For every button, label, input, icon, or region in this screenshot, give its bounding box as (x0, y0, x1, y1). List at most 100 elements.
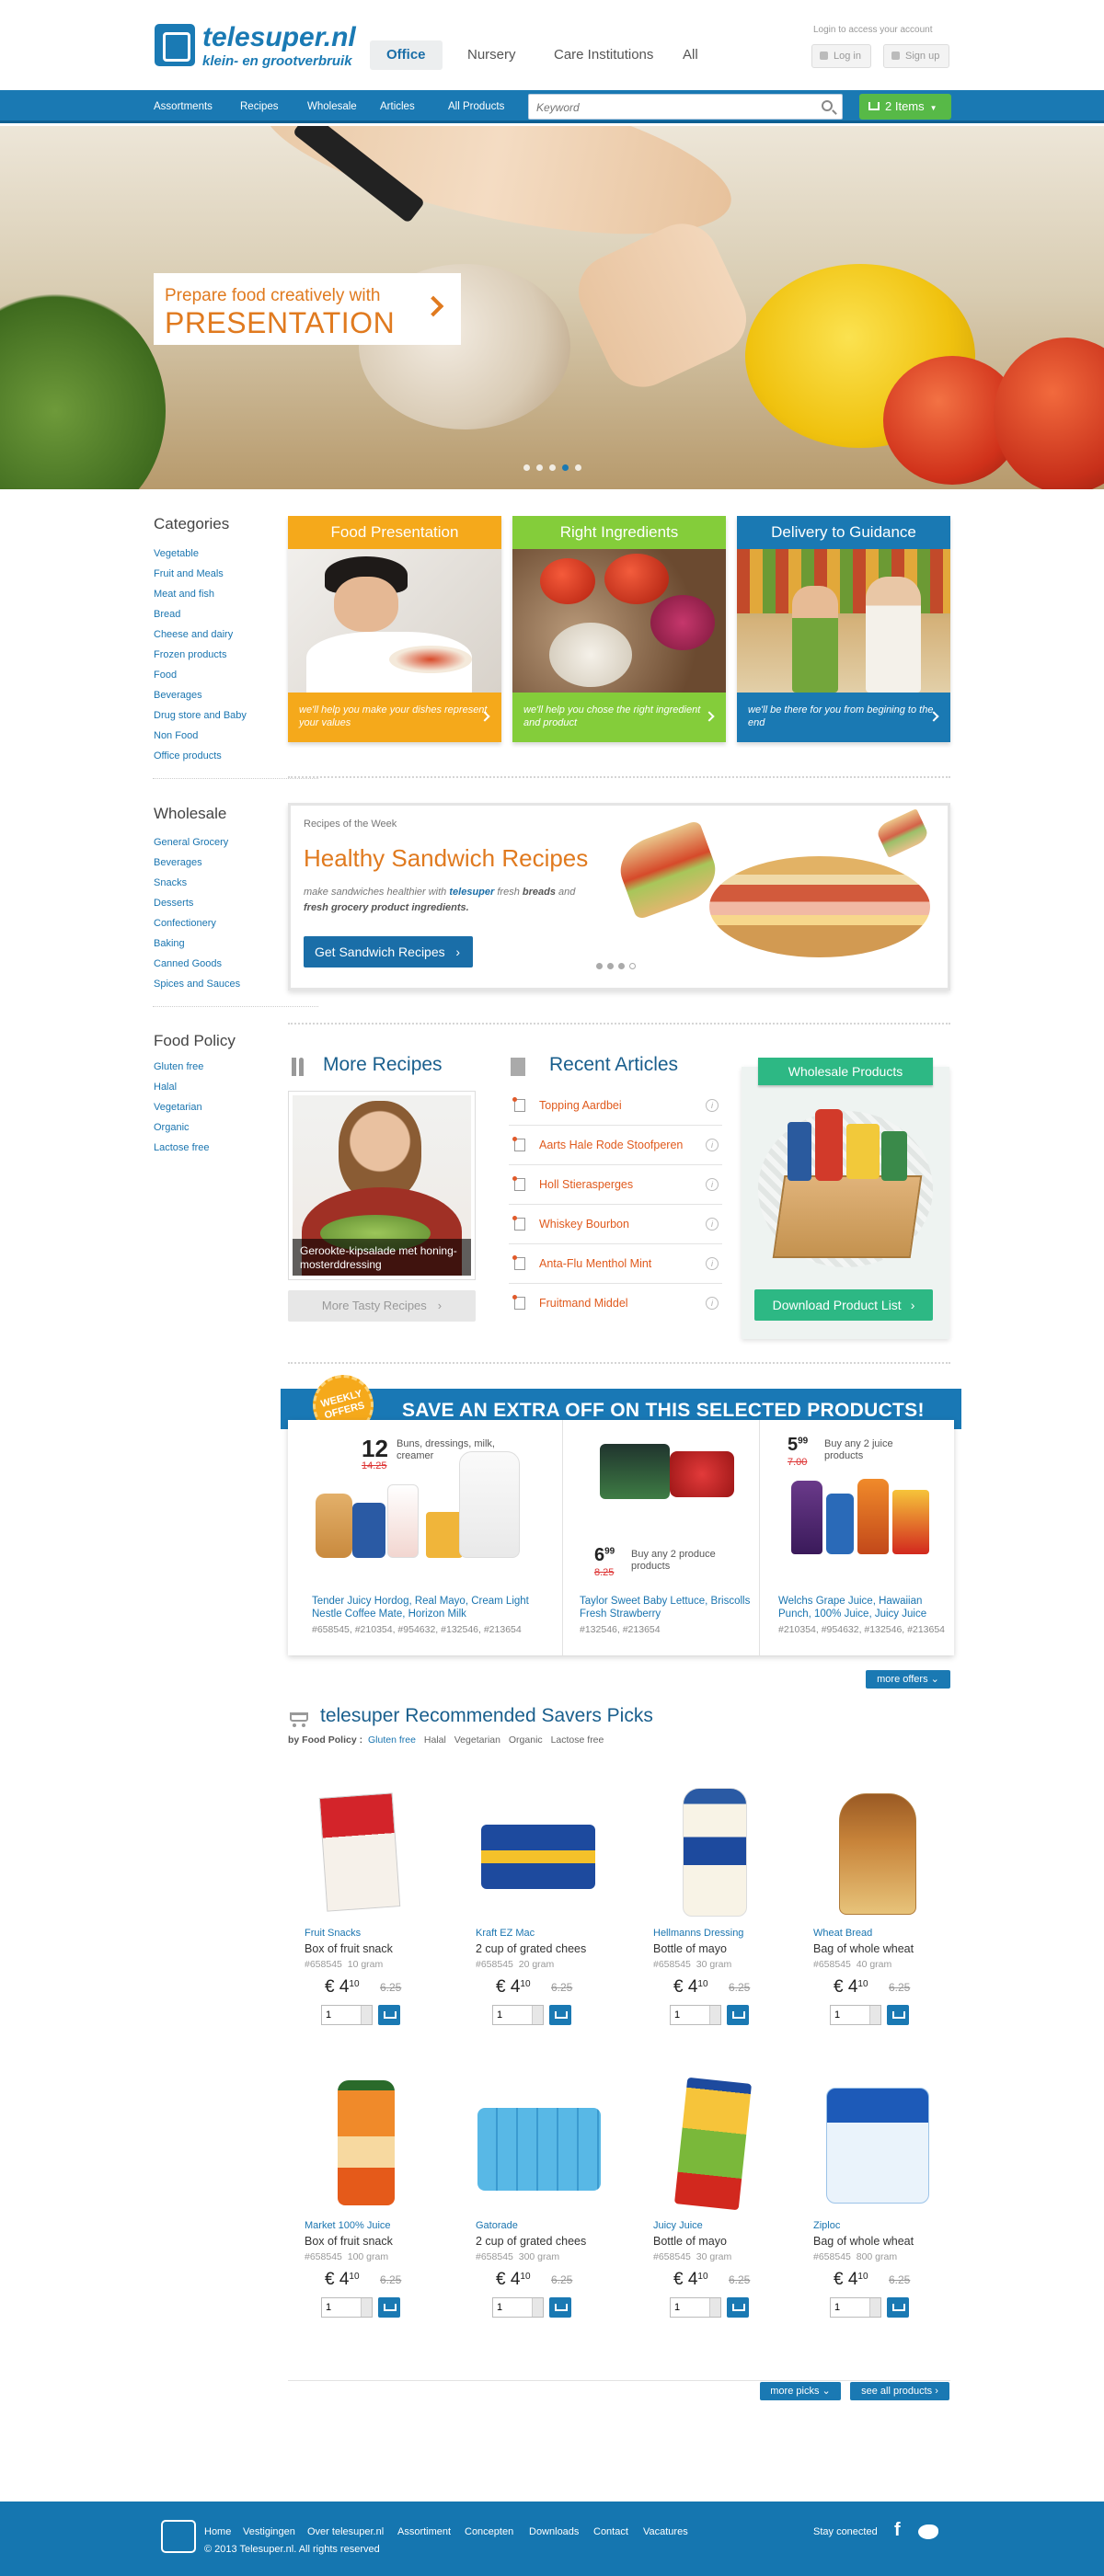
add-to-cart-button[interactable] (727, 2005, 749, 2025)
search-input[interactable] (536, 98, 803, 117)
filter-vegetarian[interactable]: Vegetarian (454, 1735, 500, 1746)
stepper-arrows[interactable] (869, 2298, 880, 2317)
recipe-card[interactable]: Gerookte-kipsalade met honing-mosterddre… (288, 1091, 476, 1280)
sidebar-link[interactable]: Baking (154, 938, 185, 949)
info-icon[interactable]: i (706, 1218, 719, 1231)
carousel-dot[interactable] (607, 963, 614, 969)
product-category[interactable]: Hellmanns Dressing (653, 1928, 743, 1939)
quantity-stepper[interactable] (321, 2297, 373, 2318)
more-picks-button[interactable]: more picks ⌄ (760, 2382, 841, 2400)
signup-button[interactable]: Sign up (883, 44, 950, 68)
footer-link-vestigingen[interactable]: Vestigingen (243, 2526, 295, 2537)
nav-articles[interactable]: Articles (380, 90, 415, 123)
sidebar-link[interactable]: Spices and Sauces (154, 979, 240, 990)
article-item[interactable]: Anta-Flu Menthol Mint i (509, 1244, 722, 1284)
sidebar-link[interactable]: Beverages (154, 690, 202, 701)
sidebar-link[interactable]: Gluten free (154, 1061, 203, 1072)
article-item[interactable]: Holl Stierasperges i (509, 1165, 722, 1205)
footer-link-assortiment[interactable]: Assortiment (397, 2526, 451, 2537)
add-to-cart-button[interactable] (378, 2297, 400, 2318)
quantity-stepper[interactable] (492, 2297, 544, 2318)
segment-care-institutions[interactable]: Care Institutions (537, 40, 670, 70)
sidebar-link[interactable]: Fruit and Meals (154, 568, 224, 579)
article-item[interactable]: Whiskey Bourbon i (509, 1205, 722, 1244)
filter-organic[interactable]: Organic (509, 1735, 543, 1746)
footer-link-home[interactable]: Home (204, 2526, 231, 2537)
quantity-input[interactable] (674, 2301, 702, 2314)
add-to-cart-button[interactable] (887, 2297, 909, 2318)
product-category[interactable]: Market 100% Juice (305, 2220, 391, 2231)
slide-dot[interactable] (523, 464, 530, 471)
download-product-list-button[interactable]: Download Product List › (754, 1289, 933, 1321)
quantity-input[interactable] (834, 2009, 862, 2021)
footer-link-downloads[interactable]: Downloads (529, 2526, 579, 2537)
sidebar-link[interactable]: Snacks (154, 877, 187, 888)
product-category[interactable]: Juicy Juice (653, 2220, 703, 2231)
footer-link-concepten[interactable]: Concepten (465, 2526, 513, 2537)
product-card[interactable]: Hellmanns Dressing Bottle of mayo #65854… (653, 1788, 782, 2027)
stepper-arrows[interactable] (361, 2298, 372, 2317)
filter-lactose-free[interactable]: Lactose free (551, 1735, 604, 1746)
add-to-cart-button[interactable] (887, 2005, 909, 2025)
segment-all[interactable]: All (666, 40, 715, 70)
article-item[interactable]: Fruitmand Middel i (509, 1284, 722, 1323)
facebook-icon[interactable]: f (894, 2520, 901, 2541)
stepper-arrows[interactable] (709, 2298, 720, 2317)
filter-gluten-free[interactable]: Gluten free (368, 1735, 416, 1746)
more-tasty-recipes-button[interactable]: More Tasty Recipes › (288, 1290, 476, 1322)
stepper-arrows[interactable] (709, 2006, 720, 2024)
info-icon[interactable]: i (706, 1297, 719, 1310)
sidebar-link[interactable]: Organic (154, 1122, 190, 1133)
quantity-stepper[interactable] (670, 2297, 721, 2318)
feature-card-food-presentation[interactable]: Food Presentation we'll help you make yo… (288, 516, 501, 742)
article-item[interactable]: Aarts Hale Rode Stoofperen i (509, 1126, 722, 1165)
product-category[interactable]: Gatorade (476, 2220, 518, 2231)
quantity-input[interactable] (497, 2301, 524, 2314)
sidebar-link[interactable]: Confectionery (154, 918, 216, 929)
stepper-arrows[interactable] (361, 2006, 372, 2024)
product-card[interactable]: Market 100% Juice Box of fruit snack #65… (305, 2080, 433, 2319)
nav-recipes[interactable]: Recipes (240, 90, 279, 123)
logo[interactable]: telesuper.nl klein- en grootverbruik (155, 22, 394, 70)
quantity-input[interactable] (497, 2009, 524, 2021)
info-icon[interactable]: i (706, 1257, 719, 1270)
footer-link-vacatures[interactable]: Vacatures (643, 2526, 688, 2537)
feature-card-right-ingredients[interactable]: Right Ingredients we'll help you chose t… (512, 516, 726, 742)
stepper-arrows[interactable] (532, 2298, 543, 2317)
sidebar-link[interactable]: Meat and fish (154, 589, 214, 600)
footer-logo-icon[interactable] (161, 2520, 196, 2553)
quantity-input[interactable] (674, 2009, 702, 2021)
get-sandwich-recipes-button[interactable]: Get Sandwich Recipes › (304, 936, 473, 967)
stepper-arrows[interactable] (532, 2006, 543, 2024)
feature-card-delivery[interactable]: Delivery to Guidance we'll be there for … (737, 516, 950, 742)
sidebar-link[interactable]: Drug store and Baby (154, 710, 247, 721)
sidebar-link[interactable]: Non Food (154, 730, 198, 741)
quantity-stepper[interactable] (321, 2005, 373, 2025)
filter-halal[interactable]: Halal (424, 1735, 446, 1746)
quantity-stepper[interactable] (492, 2005, 544, 2025)
carousel-dot[interactable] (618, 963, 625, 969)
quantity-input[interactable] (326, 2301, 353, 2314)
sidebar-link[interactable]: General Grocery (154, 837, 228, 848)
add-to-cart-button[interactable] (727, 2297, 749, 2318)
quantity-input[interactable] (834, 2301, 862, 2314)
product-category[interactable]: Wheat Bread (813, 1928, 872, 1939)
product-category[interactable]: Fruit Snacks (305, 1928, 361, 1939)
search-icon[interactable] (822, 100, 833, 111)
product-card[interactable]: Juicy Juice Bottle of mayo #658545 30 gr… (653, 2077, 782, 2319)
quantity-stepper[interactable] (830, 2297, 881, 2318)
slide-dot[interactable] (575, 464, 581, 471)
quantity-stepper[interactable] (670, 2005, 721, 2025)
sidebar-link[interactable]: Frozen products (154, 649, 226, 660)
hero-banner[interactable]: Prepare food creatively with PRESENTATIO… (0, 126, 1104, 489)
carousel-dot[interactable] (629, 963, 636, 969)
offer-item[interactable]: 599 7.00 Buy any 2 juice products Welchs… (760, 1420, 954, 1655)
info-icon[interactable]: i (706, 1178, 719, 1191)
nav-wholesale[interactable]: Wholesale (307, 90, 357, 123)
add-to-cart-button[interactable] (549, 2297, 571, 2318)
info-icon[interactable]: i (706, 1099, 719, 1112)
product-category[interactable]: Ziploc (813, 2220, 840, 2231)
product-card[interactable]: Fruit Snacks Box of fruit snack #658545 … (305, 1788, 433, 2027)
carousel-dot[interactable] (596, 963, 603, 969)
quantity-stepper[interactable] (830, 2005, 881, 2025)
